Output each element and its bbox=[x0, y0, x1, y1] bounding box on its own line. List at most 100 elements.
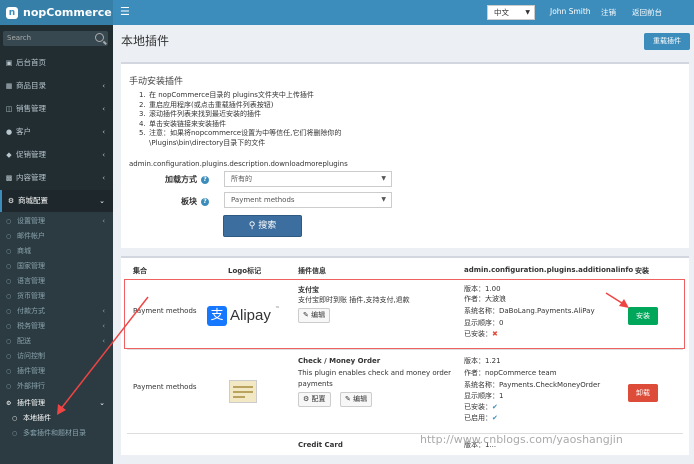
step-text: 滚动插件列表来找到最近安装的插件 bbox=[149, 110, 261, 119]
circle-icon: ○ bbox=[6, 383, 12, 390]
load-mode-label: 加载方式? bbox=[165, 174, 209, 185]
submenu-item-plugins[interactable]: ○ 插件管理 bbox=[0, 364, 113, 379]
tags-icon: ◆ bbox=[6, 151, 12, 159]
logo[interactable]: n nopCommerce bbox=[0, 0, 113, 25]
submenu-item-access-control[interactable]: ○ 访问控制 bbox=[0, 349, 113, 364]
column-header-install[interactable]: 安装 bbox=[635, 266, 649, 276]
submenu-item-local-plugins[interactable]: ○ 本地插件 bbox=[0, 411, 113, 426]
circle-icon: ○ bbox=[6, 323, 12, 330]
search-icon[interactable] bbox=[95, 33, 104, 42]
user-name-link[interactable]: John Smith bbox=[550, 7, 591, 16]
uninstall-button[interactable]: 卸载 bbox=[628, 384, 658, 402]
language-value: 中文 bbox=[494, 8, 509, 17]
plugin-name: Credit Card bbox=[298, 441, 343, 449]
check-icon: ✔ bbox=[492, 403, 498, 411]
submenu-item-currencies[interactable]: ○ 货币管理 bbox=[0, 289, 113, 304]
chevron-left-icon: ‹ bbox=[102, 105, 105, 113]
help-icon[interactable]: ? bbox=[201, 175, 209, 184]
cart-icon: ◫ bbox=[5, 105, 13, 113]
search-button-label: 搜索 bbox=[258, 221, 277, 231]
column-header-group[interactable]: 集合 bbox=[133, 266, 147, 276]
group-value: Payment methods bbox=[231, 196, 295, 204]
nop-logo-icon: n bbox=[6, 7, 18, 19]
chevron-left-icon: ‹ bbox=[102, 128, 105, 136]
circle-icon: ○ bbox=[12, 415, 18, 422]
search-placeholder: Search bbox=[7, 34, 32, 42]
load-mode-label-text: 加载方式 bbox=[165, 175, 197, 184]
top-navbar: n nopCommerce ☰ 中文 ▼ John Smith 注销 返回前台 bbox=[0, 0, 694, 25]
submenu-label: 货币管理 bbox=[17, 292, 45, 300]
submenu-item-shipping[interactable]: ○ 配送 ‹ bbox=[0, 334, 113, 349]
submenu-item-settings[interactable]: ○ 设置管理 ‹ bbox=[0, 214, 113, 229]
step-text: 在 nopCommerce目录的 plugins文件夹中上传插件 bbox=[149, 91, 314, 99]
submenu-item-payment-methods[interactable]: ○ 付款方式 ‹ bbox=[0, 304, 113, 319]
sidebar-item-customers[interactable]: ● 客户 ‹ bbox=[0, 121, 113, 143]
search-button[interactable]: ⚲ 搜索 bbox=[223, 215, 302, 237]
submenu-item-email-accounts[interactable]: ○ 邮件帐户 bbox=[0, 229, 113, 244]
step-number: 5. bbox=[139, 129, 146, 138]
chevron-down-icon: ⌄ bbox=[99, 399, 105, 407]
configuration-submenu: ○ 设置管理 ‹ ○ 邮件帐户 ○ 商城 ○ 国家管理 ○ 语言管理 ○ 货币管理 ○ 付款方式… bbox=[0, 212, 113, 464]
submenu-item-external-auth[interactable]: ○ 外部排行 bbox=[0, 379, 113, 394]
plugin-version: 版本：1.21 bbox=[464, 357, 501, 365]
step-text: 重启应用程序(或点击重载插件列表按钮) bbox=[149, 100, 274, 109]
sidebar-item-content[interactable]: ▩ 内容管理 ‹ bbox=[0, 167, 113, 189]
user-icon: ● bbox=[5, 128, 13, 136]
circle-icon: ○ bbox=[6, 263, 12, 270]
column-header-logo[interactable]: Logo标记 bbox=[228, 266, 261, 276]
sidebar-item-configuration[interactable]: ⚙ 商城配置 ⌄ bbox=[0, 190, 113, 212]
cheque-line bbox=[233, 386, 253, 388]
sidebar-item-label: 内容管理 bbox=[16, 173, 46, 182]
group-label: 板块? bbox=[181, 196, 209, 207]
submenu-item-plugin-catalog[interactable]: ○ 多套插件和题材目录 bbox=[0, 426, 113, 441]
gear-icon: ⚙ bbox=[6, 400, 12, 407]
back-to-store-link[interactable]: 返回前台 bbox=[632, 7, 662, 18]
load-mode-select[interactable]: 所有的 ▼ bbox=[224, 171, 392, 187]
submenu-label: 本地插件 bbox=[23, 414, 51, 422]
book-icon: ▦ bbox=[5, 82, 13, 90]
circle-icon: ○ bbox=[6, 278, 12, 285]
check-money-order-logo bbox=[229, 380, 257, 403]
plugin-author: 作者：nopCommerce team bbox=[464, 369, 557, 377]
group-text: Payment methods bbox=[133, 383, 197, 391]
column-header-additional-info[interactable]: admin.configuration.plugins.additionalin… bbox=[464, 266, 633, 274]
group-select[interactable]: Payment methods ▼ bbox=[224, 192, 392, 208]
search-icon: ⚲ bbox=[248, 221, 259, 231]
column-header-info[interactable]: 插件信息 bbox=[298, 266, 326, 276]
sidebar-item-catalog[interactable]: ▦ 商品目录 ‹ bbox=[0, 75, 113, 97]
menu-toggle-icon[interactable]: ☰ bbox=[120, 6, 130, 18]
submenu-item-tax[interactable]: ○ 税务管理 ‹ bbox=[0, 319, 113, 334]
sidebar-search-input[interactable]: Search bbox=[3, 31, 108, 46]
download-more-plugins-text: admin.configuration.plugins.description.… bbox=[129, 160, 348, 168]
circle-icon: ○ bbox=[6, 293, 12, 300]
submenu-label: 邮件帐户 bbox=[17, 232, 45, 240]
step-number: 1. bbox=[139, 91, 146, 99]
sidebar-item-promotions[interactable]: ◆ 促销管理 ‹ bbox=[0, 144, 113, 166]
gear-icon: ⚙ bbox=[303, 395, 312, 403]
sidebar-item-sales[interactable]: ◫ 销售管理 ‹ bbox=[0, 98, 113, 120]
submenu-item-stores[interactable]: ○ 商城 bbox=[0, 244, 113, 259]
desktop-icon: ▣ bbox=[5, 59, 13, 67]
step-number: 2. bbox=[139, 100, 146, 109]
plugin-name: Check / Money Order bbox=[298, 357, 381, 365]
submenu-label: 国家管理 bbox=[17, 262, 45, 270]
watermark: http://www.cnblogs.com/yaoshangjin bbox=[420, 433, 623, 446]
logout-link[interactable]: 注销 bbox=[601, 7, 616, 18]
sidebar-item-dashboard[interactable]: ▣ 后台首页 bbox=[0, 52, 113, 74]
sidebar-item-label: 商品目录 bbox=[16, 81, 46, 90]
configure-button[interactable]: ⚙ 配置 bbox=[298, 392, 331, 407]
submenu-item-plugin-management[interactable]: ⚙ 插件管理 ⌄ bbox=[0, 396, 113, 411]
installed-label: 已安装： bbox=[464, 403, 492, 411]
edit-button[interactable]: ✎ 编辑 bbox=[340, 392, 373, 407]
submenu-item-languages[interactable]: ○ 语言管理 bbox=[0, 274, 113, 289]
help-icon[interactable]: ? bbox=[201, 197, 209, 206]
circle-icon: ○ bbox=[6, 308, 12, 315]
submenu-label: 商城 bbox=[17, 247, 31, 255]
reload-plugins-button[interactable]: 重载插件 bbox=[644, 33, 690, 50]
plugin-system-name: 系统名称：Payments.CheckMoneyOrder bbox=[464, 381, 601, 389]
submenu-item-countries[interactable]: ○ 国家管理 bbox=[0, 259, 113, 274]
language-select[interactable]: 中文 ▼ bbox=[487, 5, 535, 20]
highlight-box bbox=[124, 279, 685, 349]
circle-icon: ○ bbox=[6, 368, 12, 375]
circle-icon: ○ bbox=[6, 248, 12, 255]
